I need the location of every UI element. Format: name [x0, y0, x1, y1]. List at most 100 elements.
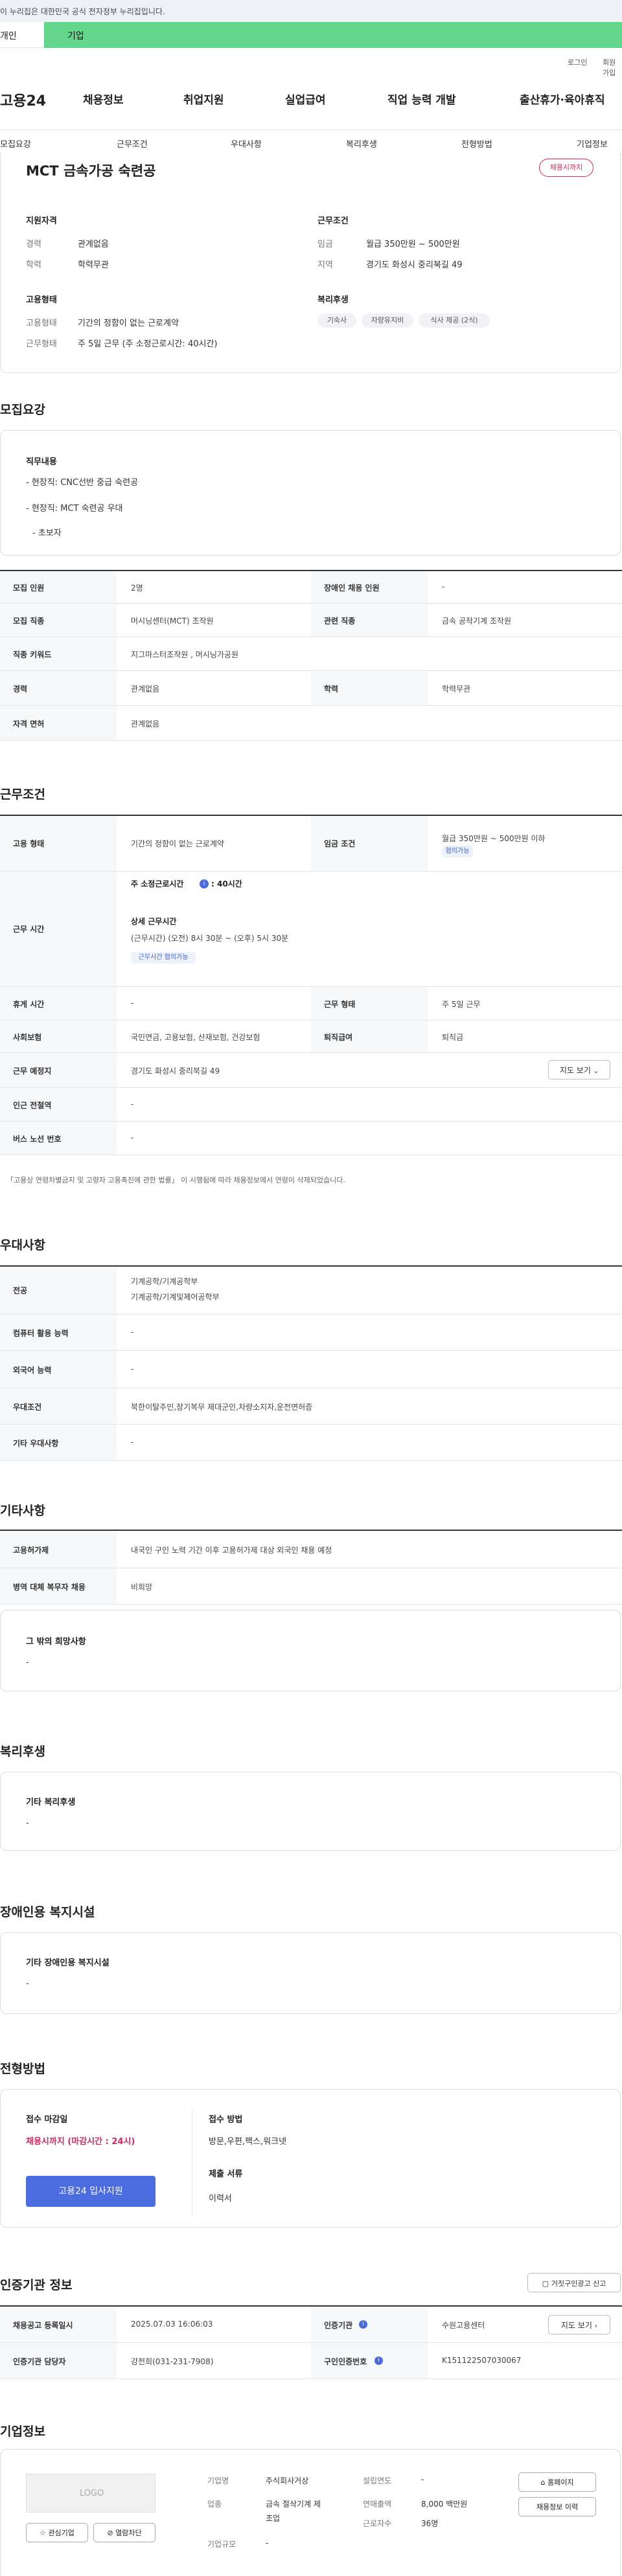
hours-detail-title: 상세 근무시간: [131, 917, 177, 926]
table-row: 경력 관계없음 학력 학력무관: [0, 671, 622, 706]
industry-label: 업종: [207, 2500, 222, 2509]
row-label: 경력: [13, 684, 28, 694]
join-link[interactable]: 회원가입: [603, 57, 622, 78]
work-section-title: 근무조건: [0, 787, 45, 802]
info-icon[interactable]: i: [374, 2356, 383, 2365]
section-nav-work[interactable]: 근무조건: [117, 137, 148, 150]
section-nav-company[interactable]: 기업정보: [577, 137, 608, 150]
welfare-box-title: 기타 복리후생: [26, 1798, 76, 1807]
tab-company[interactable]: 기업: [44, 22, 622, 48]
row-label: 직종 키워드: [13, 650, 52, 659]
recruit-section-title: 모집요강: [0, 403, 45, 417]
row-label: 근무 시간: [13, 925, 45, 934]
row-value: 강전희(031-231-7908): [131, 2357, 214, 2366]
disabled-box-value: -: [26, 1979, 29, 1989]
row-value: K151122507030067: [442, 2356, 522, 2365]
agency-map-button[interactable]: 지도 보기 ›: [548, 2315, 610, 2334]
site-logo[interactable]: 고용24: [0, 89, 46, 110]
map-button-label: 지도 보기: [560, 2321, 592, 2330]
row-value: 2025.07.03 16:06:03: [131, 2320, 213, 2329]
chevron-right-icon: ›: [594, 2322, 598, 2330]
section-nav-recruit[interactable]: 모집요강: [0, 137, 31, 150]
info-icon[interactable]: i: [359, 2320, 367, 2329]
section-nav-selection[interactable]: 전형방법: [461, 137, 492, 150]
major-line: 기계공학/기계공학부: [131, 1277, 198, 1286]
deadline-value: 채용시까지 (마감시간 : 24시): [26, 2137, 135, 2147]
gnb-item-unemployment[interactable]: 실업급여: [285, 91, 326, 107]
table-row: 우대조건 북한이탈주민,장기복무 제대군인,차량소지자,운전면허증: [0, 1388, 622, 1425]
table-row: 버스 노선 번호 -: [0, 1122, 622, 1155]
pref-section-title: 우대사항: [0, 1238, 45, 1252]
row-label: 임금 조건: [324, 839, 356, 848]
job-history-button[interactable]: 채용정보 이력: [518, 2497, 596, 2516]
industry-value-cont: 조업: [266, 2514, 281, 2523]
map-button[interactable]: 지도 보기 ⌄: [548, 1060, 610, 1079]
block-icon: ⊘: [107, 2529, 113, 2537]
row-label: 장애인 채용 인원: [324, 583, 380, 593]
gnb-item-training[interactable]: 직업 능력 개발: [387, 91, 456, 107]
other-wishes-title: 그 밖의 희망사항: [26, 1637, 86, 1647]
agency-section-title: 인증기관 정보: [0, 2278, 73, 2292]
region-label: 지역: [317, 260, 333, 270]
row-value: 관계없음: [131, 719, 160, 729]
section-nav-pref[interactable]: 우대사항: [231, 137, 262, 150]
gnb-item-jobs[interactable]: 채용정보: [83, 91, 124, 107]
tab-personal[interactable]: 개인: [0, 22, 44, 48]
row-value: 기간의 정함이 없는 근로계약: [131, 839, 224, 848]
row-value: 2명: [131, 583, 143, 593]
block-label: 열람차단: [115, 2529, 142, 2537]
emp-type-value: 기간의 정함이 없는 근로계약: [78, 319, 179, 328]
gnb-item-employment-support[interactable]: 취업지원: [183, 91, 224, 107]
row-value: -: [131, 1100, 134, 1109]
table-row: 기타 우대사항 -: [0, 1425, 622, 1461]
staff-label: 근로자수: [363, 2519, 392, 2528]
interest-company-button[interactable]: ☆ 관심기업: [26, 2523, 88, 2542]
tab-personal-label: 개인: [0, 31, 17, 41]
duty-title: 직무내용: [26, 457, 57, 467]
row-value: 관계없음: [131, 684, 160, 694]
disabled-section-title: 장애인용 복지시설: [0, 1905, 95, 1919]
table-row: 인근 전철역 -: [0, 1088, 622, 1122]
user-type-tabs: 개인 기업: [0, 22, 622, 48]
row-label: 자격 면허: [13, 719, 45, 729]
docs-label: 제출 서류: [209, 2169, 243, 2179]
row-label: 인증기관: [324, 2321, 353, 2330]
industry-value: 금속 절삭기계 제: [266, 2500, 321, 2509]
info-icon[interactable]: i: [200, 879, 209, 888]
table-row: 휴게 시간 - 근무 형태 주 5일 근무: [0, 987, 622, 1021]
status-badge: 채용시까지: [539, 159, 593, 177]
duty-line: - 현장직: CNC선반 중급 숙련공: [26, 478, 139, 488]
welfare-chip: 식사 제공 (2식): [419, 313, 490, 328]
gnb-item-leave[interactable]: 출산휴가·육아휴직: [520, 91, 605, 107]
work-type-label: 근무형태: [26, 339, 57, 349]
docs-value: 이력서: [209, 2194, 232, 2204]
staff-value: 36명: [421, 2519, 439, 2528]
education-value: 학력무관: [78, 260, 109, 270]
other-wishes-box: [0, 1610, 621, 1691]
section-nav-welfare[interactable]: 복리후생: [346, 137, 377, 150]
welfare-chip: 자량유지비: [362, 313, 413, 328]
duty-box: [0, 430, 621, 556]
duty-line: - 현장직: MCT 숙련공 우대: [26, 504, 123, 514]
report-fake-ad-button[interactable]: ▢ 거짓구인광고 신고: [527, 2273, 621, 2292]
table-row: 컴퓨터 활용 능력 -: [0, 1315, 622, 1351]
method-value: 방문,우편,팩스,워크넷: [209, 2137, 287, 2147]
row-value: -: [131, 1133, 134, 1142]
company-name-label: 기업명: [207, 2476, 229, 2485]
homepage-button[interactable]: ⌂ 홈페이지: [518, 2472, 596, 2492]
row-value: 머시닝센터(MCT) 조작원: [131, 616, 214, 626]
founded-label: 설립연도: [363, 2476, 392, 2485]
apply-button[interactable]: 고용24 입사지원: [26, 2176, 156, 2207]
hours-detail: (근무시간) (오전) 8시 30분 ~ (오후) 5시 30분: [131, 934, 289, 943]
welfare-box: [0, 1772, 621, 1851]
login-link[interactable]: 로그인: [568, 57, 587, 67]
founded-value: -: [421, 2475, 424, 2484]
wage-value: 월급 350만원 ~ 500만원 이하: [442, 834, 546, 843]
region-value: 경기도 화성시 중리북길 49: [366, 260, 463, 270]
welfare-heading: 복리후생: [317, 295, 349, 305]
table-row: 병역 대체 복무자 채용 비희망: [0, 1568, 622, 1605]
table-row: 외국어 능력 -: [0, 1351, 622, 1388]
block-company-button[interactable]: ⊘ 열람차단: [93, 2523, 156, 2542]
row-value: -: [131, 999, 134, 1008]
row-label: 버스 노선 번호: [13, 1135, 62, 1144]
